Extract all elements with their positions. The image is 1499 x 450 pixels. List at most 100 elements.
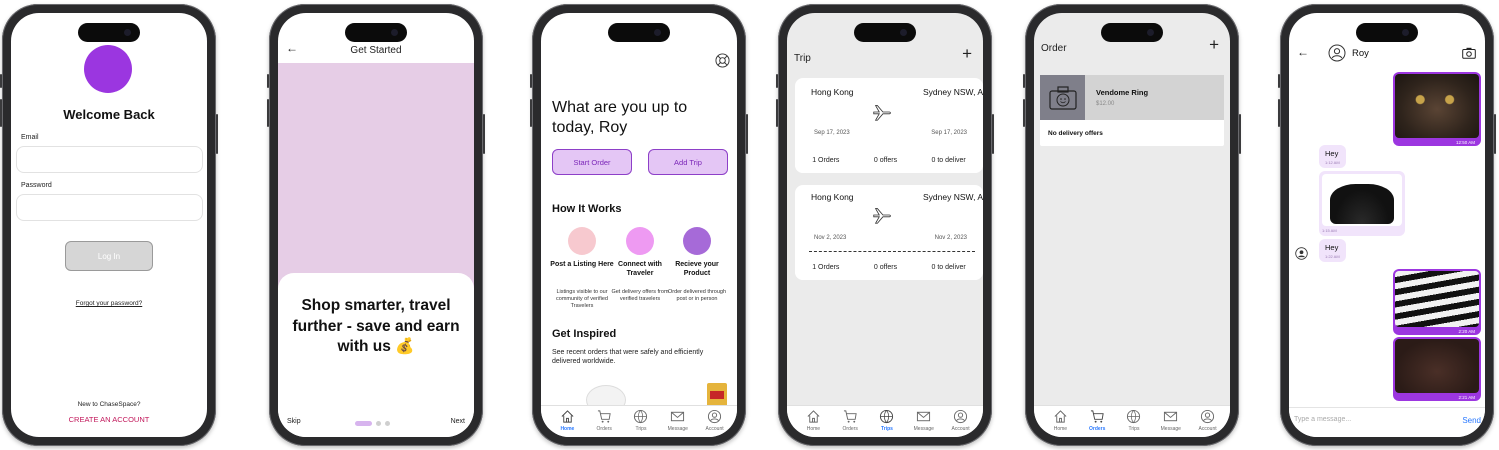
page-dot <box>376 421 381 426</box>
home-icon <box>807 410 820 423</box>
tab-trips[interactable]: Trips <box>869 409 906 437</box>
tab-orders[interactable]: Orders <box>832 409 869 437</box>
tab-bar: Home Orders Trips Message Account <box>1034 405 1230 437</box>
message-composer: Type a message... Send <box>1289 407 1485 437</box>
tab-home[interactable]: Home <box>549 409 586 437</box>
login-button[interactable]: Log In <box>65 241 153 271</box>
home-icon <box>561 410 574 423</box>
message-time: 1:12 AM <box>1325 160 1340 165</box>
tab-label: Home <box>806 426 821 432</box>
divider <box>809 251 975 252</box>
add-trip-plus-icon[interactable]: + <box>962 44 972 64</box>
step-2-icon <box>626 227 654 255</box>
user-icon <box>708 409 722 424</box>
order-image-placeholder <box>1040 75 1085 120</box>
globe-icon <box>1127 409 1141 424</box>
page-dot-active <box>355 421 372 426</box>
email-field[interactable] <box>16 146 203 173</box>
page-title: Order <box>1041 43 1067 54</box>
airplane-icon <box>873 208 891 224</box>
cart-icon <box>843 410 857 423</box>
tab-label: Account <box>1198 426 1217 432</box>
phone-orders: Order + Vendome Ring $12.00 No delivery … <box>1023 4 1241 446</box>
page-title: Get Started <box>350 45 402 56</box>
tab-orders[interactable]: Orders <box>586 409 623 437</box>
order-status: No delivery offers <box>1048 130 1103 137</box>
received-image-message[interactable]: 1:15 AM <box>1319 171 1405 236</box>
tab-label: Account <box>951 426 970 432</box>
camera-smile-icon <box>1048 85 1077 110</box>
cart-icon <box>1090 410 1104 423</box>
sent-image-message[interactable]: 2:20 AM <box>1393 269 1481 335</box>
start-order-button[interactable]: Start Order <box>552 149 632 175</box>
message-text: Hey <box>1325 149 1339 158</box>
login-screen: Welcome Back Email Password Log In Forgo… <box>11 13 207 437</box>
phone-trips: Trip + Hong Kong Sydney NSW, A Sep 17, 2… <box>776 4 994 446</box>
greeting-title: What are you up to today, Roy <box>552 99 688 136</box>
trip-destination: Sydney NSW, A <box>923 192 983 202</box>
mail-icon <box>1164 411 1178 422</box>
message-image <box>1322 174 1402 226</box>
sent-image-message[interactable]: 12:50 AM <box>1393 72 1481 146</box>
step-1-title: Post a Listing Here <box>550 261 614 268</box>
page-dot <box>385 421 390 426</box>
message-image <box>1395 271 1479 327</box>
add-trip-button[interactable]: Add Trip <box>648 149 728 175</box>
order-item-price: $12.00 <box>1096 101 1115 107</box>
message-input[interactable]: Type a message... <box>1294 416 1351 423</box>
how-it-works-heading: How It Works <box>552 203 622 215</box>
page-indicator <box>355 421 390 426</box>
help-lifebuoy-icon[interactable] <box>715 53 730 68</box>
tab-home[interactable]: Home <box>795 409 832 437</box>
next-button[interactable]: Next <box>451 418 465 425</box>
home-icon <box>1054 410 1067 423</box>
received-message: Hey 1:22 AM <box>1319 239 1346 262</box>
hero-text: Shop smarter, travel further - save and … <box>292 297 460 356</box>
tab-home[interactable]: Home <box>1042 409 1079 437</box>
trip-origin: Hong Kong <box>811 192 854 202</box>
forgot-password-link[interactable]: Forgot your password? <box>11 300 207 307</box>
password-field[interactable] <box>16 194 203 221</box>
tab-label: Home <box>560 426 575 432</box>
dynamic-island <box>345 23 407 42</box>
tab-trips[interactable]: Trips <box>623 409 660 437</box>
mail-icon <box>917 411 931 422</box>
trip-origin: Hong Kong <box>811 87 854 97</box>
tab-account[interactable]: Account <box>696 409 733 437</box>
received-message: Hey 1:12 AM <box>1319 145 1346 168</box>
dynamic-island <box>1101 23 1163 42</box>
back-arrow-icon[interactable]: ← <box>1297 45 1309 59</box>
add-order-plus-icon[interactable]: + <box>1209 35 1219 55</box>
cart-icon <box>597 410 611 423</box>
tab-message[interactable]: Message <box>905 409 942 437</box>
tab-message[interactable]: Message <box>659 409 696 437</box>
send-button[interactable]: Send <box>1462 416 1481 425</box>
tab-label: Home <box>1053 426 1068 432</box>
trip-stats: 1 Orders 0 offers 0 to deliver <box>795 148 983 173</box>
orders-screen: Order + Vendome Ring $12.00 No delivery … <box>1034 13 1230 437</box>
mail-icon <box>671 411 685 422</box>
tab-label: Orders <box>596 426 612 432</box>
tab-account[interactable]: Account <box>942 409 979 437</box>
tab-trips[interactable]: Trips <box>1116 409 1153 437</box>
sent-image-message[interactable]: 2:21 AM <box>1393 337 1481 401</box>
create-account-link[interactable]: CREATE AN ACCOUNT <box>11 415 207 424</box>
tab-label: Orders <box>842 426 858 432</box>
order-card[interactable]: Vendome Ring $12.00 No delivery offers <box>1040 75 1224 146</box>
trip-stats: 1 Orders 0 offers 0 to deliver <box>795 255 983 280</box>
trip-date-from: Nov 2, 2023 <box>814 235 847 241</box>
tab-message[interactable]: Message <box>1152 409 1189 437</box>
dynamic-island <box>608 23 670 42</box>
trip-destination: Sydney NSW, A <box>923 87 983 97</box>
tab-bar: Home Orders Trips Message Account <box>541 405 737 437</box>
message-time: 1:22 AM <box>1325 254 1340 259</box>
tab-label: Message <box>913 426 934 432</box>
phone-get-started: ← Get Started Shop smarter, travel furth… <box>267 4 485 446</box>
tab-orders[interactable]: Orders <box>1079 409 1116 437</box>
skip-button[interactable]: Skip <box>287 418 301 425</box>
tab-bar: Home Orders Trips Message Account <box>787 405 983 437</box>
tab-account[interactable]: Account <box>1189 409 1226 437</box>
dynamic-island <box>854 23 916 42</box>
step-3-title: Recieve your Product <box>675 261 719 278</box>
camera-icon[interactable] <box>1462 47 1476 59</box>
